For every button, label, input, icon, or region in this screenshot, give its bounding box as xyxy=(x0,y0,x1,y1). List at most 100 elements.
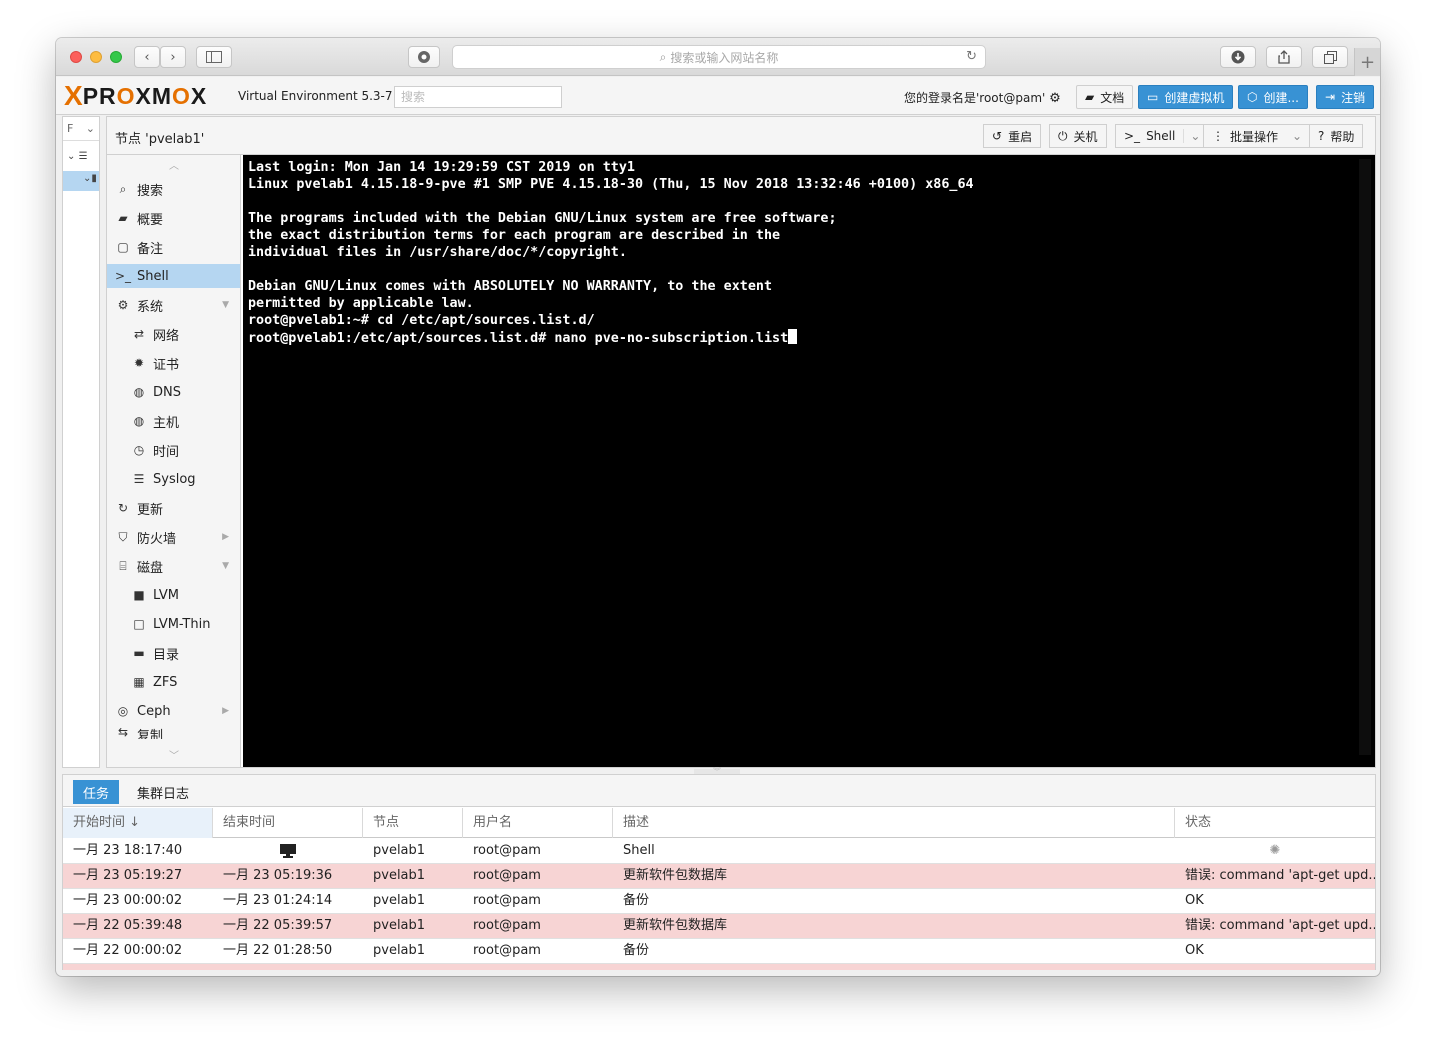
view-selector[interactable]: F ⌄ xyxy=(63,119,99,141)
caret-right-icon: ▶ xyxy=(222,706,229,716)
forward-button[interactable]: › xyxy=(160,46,186,68)
ceph-icon: ◎ xyxy=(117,704,129,718)
menu-item-disks[interactable]: ⌸ 磁盘 ▼ xyxy=(107,554,240,578)
scroll-up-icon[interactable]: ︿ xyxy=(169,157,179,172)
pve-header: X PROXMOX Virtual Environment 5.3-7 搜索 您… xyxy=(56,77,1380,115)
col-status[interactable]: 状态 xyxy=(1175,808,1375,838)
plus-icon: + xyxy=(1359,51,1376,73)
create-ct-button[interactable]: ⬡ 创建... xyxy=(1238,85,1308,109)
table-row[interactable]: 一月 23 00:00:02 一月 23 01:24:14 pvelab1 ro… xyxy=(63,889,1375,914)
browser-window: ‹ › ⌕ 搜索或输入网站名称 ↻ + X PROXMOX Virtual En… xyxy=(56,38,1380,976)
share-button[interactable] xyxy=(1266,46,1302,68)
reload-icon[interactable]: ↻ xyxy=(966,49,977,64)
globe-icon: ◍ xyxy=(133,385,145,399)
chevron-down-icon[interactable]: ⌄ xyxy=(1183,129,1200,143)
logout-button[interactable]: ⇥ 注销 xyxy=(1316,85,1375,109)
downloads-button[interactable] xyxy=(1220,46,1256,68)
certificate-icon: ✹ xyxy=(133,356,145,370)
tab-cluster-log[interactable]: 集群日志 xyxy=(127,780,199,804)
shutdown-button[interactable]: ⏻ 关机 xyxy=(1049,124,1107,148)
node-icon: ▮ xyxy=(91,173,97,184)
terminal-scrollbar[interactable] xyxy=(1359,159,1371,755)
table-row-partial xyxy=(63,964,1375,970)
menu-item-system[interactable]: ⚙ 系统 ▼ xyxy=(107,293,240,317)
tabs-overview-button[interactable] xyxy=(1312,46,1348,68)
new-tab-button[interactable]: + xyxy=(1354,48,1380,76)
shield-icon: ⛉ xyxy=(118,529,128,544)
undo-icon: ↺ xyxy=(992,129,1003,143)
table-row[interactable]: 一月 23 18:17:40 pvelab1 root@pam Shell ✺ xyxy=(63,839,1375,864)
shell-terminal[interactable]: Last login: Mon Jan 14 19:29:59 CST 2019… xyxy=(243,155,1375,767)
power-off-icon: ⏻ xyxy=(1058,128,1068,143)
menu-item-syslog[interactable]: ☰ Syslog xyxy=(107,467,240,491)
bulk-actions-button[interactable]: ⋮ 批量操作 ⌄ xyxy=(1203,124,1312,148)
server-icon: ☰ xyxy=(78,151,88,162)
terminal-line: Last login: Mon Jan 14 19:29:59 CST 2019… xyxy=(248,160,635,175)
menu-item-zfs[interactable]: ▦ ZFS xyxy=(107,670,240,694)
menu-item-network[interactable]: ⇄ 网络 xyxy=(107,322,240,346)
terminal-cursor xyxy=(788,329,798,344)
table-row[interactable]: 一月 22 05:39:48 一月 22 05:39:57 pvelab1 ro… xyxy=(63,914,1375,939)
menu-item-lvm[interactable]: ■ LVM xyxy=(107,583,240,607)
menu-item-dns[interactable]: ◍ DNS xyxy=(107,380,240,404)
col-end-time[interactable]: 结束时间 xyxy=(213,808,363,838)
gear-icon[interactable]: ⚙ xyxy=(1049,91,1061,106)
menu-item-firewall[interactable]: ⛉ 防火墙 ▶ xyxy=(107,525,240,549)
tab-tasks[interactable]: 任务 xyxy=(73,780,120,804)
th-large-icon: ▦ xyxy=(133,675,145,689)
terminal-output[interactable]: Last login: Mon Jan 14 19:29:59 CST 2019… xyxy=(247,159,1355,755)
create-vm-button[interactable]: ▭ 创建虚拟机 xyxy=(1138,85,1234,109)
address-placeholder: 搜索或输入网站名称 xyxy=(670,50,779,65)
extension-icon xyxy=(418,51,430,63)
sidebar-toggle-button[interactable] xyxy=(196,46,232,68)
menu-item-search[interactable]: ⌕ 搜索 xyxy=(107,177,240,201)
menu-item-directory[interactable]: ▬ 目录 xyxy=(107,641,240,665)
terminal-line: the exact distribution terms for each pr… xyxy=(248,228,781,243)
table-row[interactable]: 一月 22 00:00:02 一月 22 01:28:50 pvelab1 ro… xyxy=(63,939,1375,964)
menu-item-certificates[interactable]: ✹ 证书 xyxy=(107,351,240,375)
menu-item-notes[interactable]: ▢ 备注 xyxy=(107,235,240,259)
retweet-icon: ⇆ xyxy=(117,725,129,739)
menu-item-hosts[interactable]: ◍ 主机 xyxy=(107,409,240,433)
grid-header: 开始时间 ↓ 结束时间 节点 用户名 描述 状态 xyxy=(63,808,1375,838)
browser-toolbar: ‹ › ⌕ 搜索或输入网站名称 ↻ + xyxy=(56,38,1380,76)
task-log-panel: 任务 集群日志 开始时间 ↓ 结束时间 节点 用户名 描述 状态 一月 23 1… xyxy=(62,774,1376,970)
exchange-icon: ⇄ xyxy=(133,327,145,341)
tree-node-pvelab1[interactable]: ⌄▮ xyxy=(63,171,99,191)
col-node[interactable]: 节点 xyxy=(363,808,463,838)
zoom-window-button[interactable] xyxy=(110,51,122,63)
docs-button[interactable]: ▰ 文档 xyxy=(1076,85,1134,109)
close-window-button[interactable] xyxy=(70,51,82,63)
menu-item-lvm-thin[interactable]: □ LVM-Thin xyxy=(107,612,240,636)
back-button[interactable]: ‹ xyxy=(134,46,160,68)
tree-datacenter[interactable]: ⌄ ☰ xyxy=(67,151,88,162)
col-user[interactable]: 用户名 xyxy=(463,808,613,838)
col-description[interactable]: 描述 xyxy=(613,808,1175,838)
reboot-button[interactable]: ↺ 重启 xyxy=(983,124,1042,148)
help-button[interactable]: ? 帮助 xyxy=(1309,124,1364,148)
square-outline-icon: □ xyxy=(133,617,145,631)
address-bar[interactable]: ⌕ 搜索或输入网站名称 ↻ xyxy=(452,45,986,69)
menu-item-summary[interactable]: ▰ 概要 xyxy=(107,206,240,230)
scroll-down-icon[interactable]: ﹀ xyxy=(169,747,179,762)
menu-item-shell[interactable]: >_ Shell xyxy=(107,264,240,288)
share-icon xyxy=(1278,50,1290,64)
menu-item-ceph[interactable]: ◎ Ceph ▶ xyxy=(107,699,240,723)
caret-right-icon: ▶ xyxy=(222,532,229,542)
book-icon: ▰ xyxy=(118,211,128,225)
header-search-input[interactable]: 搜索 xyxy=(394,86,562,108)
list-icon: ☰ xyxy=(133,472,145,486)
shell-button[interactable]: >_ Shell ⌄ xyxy=(1115,124,1210,148)
terminal-line: The programs included with the Debian GN… xyxy=(248,211,837,226)
terminal-line: Debian GNU/Linux comes with ABSOLUTELY N… xyxy=(248,279,773,294)
table-row[interactable]: 一月 23 05:19:27 一月 23 05:19:36 pvelab1 ro… xyxy=(63,864,1375,889)
minimize-window-button[interactable] xyxy=(90,51,102,63)
terminal-line: permitted by applicable law. xyxy=(248,296,474,311)
extension-button[interactable] xyxy=(408,46,440,68)
refresh-icon: ↻ xyxy=(117,501,129,515)
menu-item-replication[interactable]: ⇆ 复制 xyxy=(107,725,240,739)
menu-item-updates[interactable]: ↻ 更新 xyxy=(107,496,240,520)
menu-item-time[interactable]: ◷ 时间 xyxy=(107,438,240,462)
question-circle-icon: ? xyxy=(1318,129,1325,143)
col-start-time[interactable]: 开始时间 ↓ xyxy=(63,808,213,838)
